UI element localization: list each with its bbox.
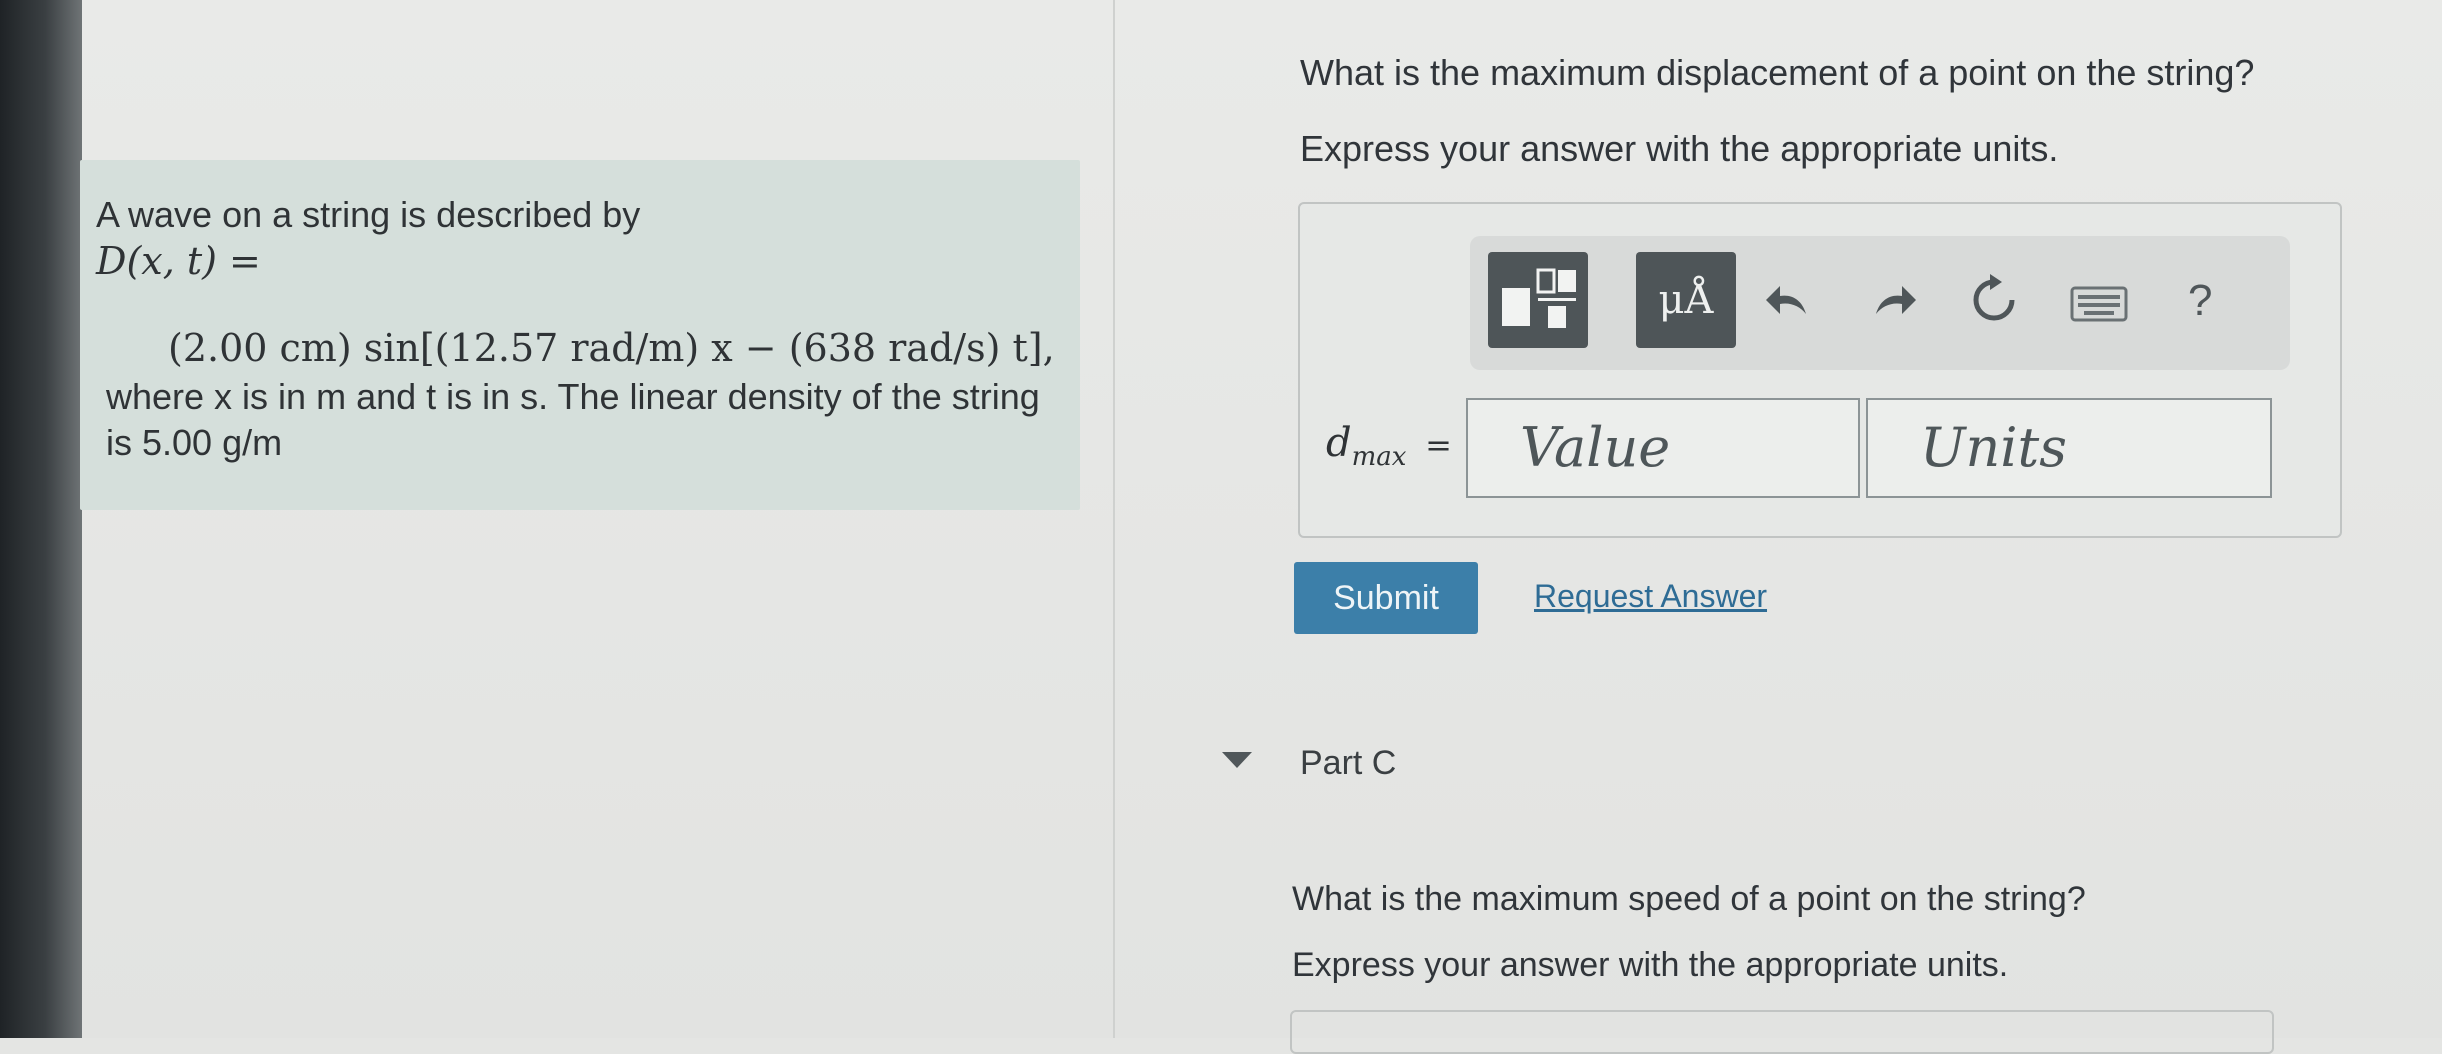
problem-intro: A wave on a string is described by [96, 194, 641, 235]
variable-label: dmax = [1326, 420, 1452, 472]
variable-base: d [1326, 420, 1352, 466]
templates-icon [1502, 268, 1576, 328]
units-input[interactable]: Units [1866, 398, 2272, 498]
request-answer-link[interactable]: Request Answer [1534, 578, 1767, 615]
reset-icon[interactable] [1966, 272, 2022, 328]
variable-subscript: max [1351, 442, 1407, 472]
redo-icon[interactable] [1866, 274, 1920, 328]
templates-button[interactable] [1488, 252, 1588, 348]
panel-divider [1113, 0, 1115, 1038]
part-b-instruction: Express your answer with the appropriate… [1300, 128, 2059, 169]
submit-button[interactable]: Submit [1294, 562, 1478, 634]
problem-details: where x is in m and t is in s. The linea… [106, 374, 1066, 466]
problem-density-line: is 5.00 g/m [106, 422, 283, 463]
value-input[interactable]: Value [1466, 398, 1860, 498]
part-b-question: What is the maximum displacement of a po… [1300, 52, 2255, 93]
problem-where-line: where x is in m and t is in s. The linea… [106, 376, 1040, 417]
part-c-heading[interactable]: Part C [1300, 744, 1396, 783]
units-button-label: μÅ [1658, 277, 1714, 323]
problem-statement: A wave on a string is described by D(x, … [96, 192, 1056, 284]
part-c-instruction: Express your answer with the appropriate… [1292, 946, 2009, 984]
part-c-answer-box [1290, 1010, 2274, 1054]
collapse-triangle-icon[interactable] [1222, 752, 1252, 768]
undo-icon[interactable] [1762, 274, 1816, 328]
help-button[interactable]: ? [2188, 276, 2212, 326]
units-button[interactable]: μÅ [1636, 252, 1736, 348]
keyboard-icon[interactable] [2070, 286, 2128, 322]
wave-function-lhs: D(x, t) = [96, 239, 261, 283]
part-c-question: What is the maximum speed of a point on … [1292, 880, 2086, 918]
wave-equation: (2.00 cm) sin[(12.57 rad/m) x − (638 rad… [168, 326, 1055, 370]
equals-sign: = [1425, 426, 1452, 464]
monitor-bezel [0, 0, 82, 1038]
